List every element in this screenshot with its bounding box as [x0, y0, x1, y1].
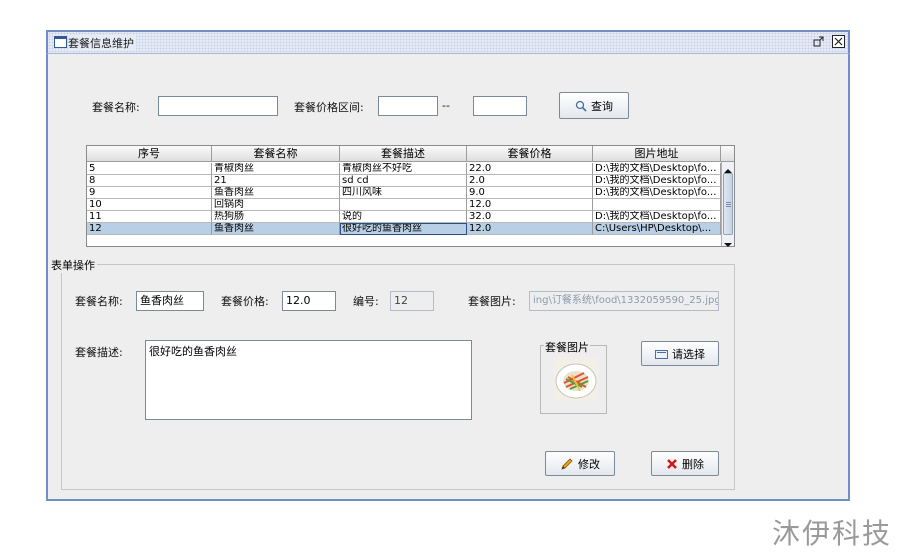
price-to-input[interactable]: [473, 96, 527, 116]
cell-image: D:\我的文档\Desktop\fo...: [593, 175, 721, 187]
restore-icon[interactable]: [812, 35, 825, 48]
search-name-label: 套餐名称:: [92, 101, 140, 114]
form-name-input[interactable]: 鱼香肉丝: [136, 291, 204, 311]
cell-price: 2.0: [467, 175, 593, 187]
query-button[interactable]: 查询: [559, 92, 629, 119]
form-price-input[interactable]: 12.0: [282, 291, 336, 311]
scroll-down-icon[interactable]: [724, 238, 732, 251]
form-id-label: 编号:: [353, 295, 379, 308]
cell-image: D:\我的文档\Desktop\fo...: [593, 187, 721, 199]
food-image: [554, 357, 598, 401]
col-header-corner: [721, 146, 734, 162]
cell-image: D:\我的文档\Desktop\fo...: [593, 163, 721, 175]
form-name-label: 套餐名称:: [75, 295, 123, 308]
image-box-title: 套餐图片: [544, 339, 590, 355]
delete-button[interactable]: 删除: [651, 451, 719, 476]
col-header-id[interactable]: 序号: [87, 146, 212, 162]
meal-table: 序号 套餐名称 套餐描述 套餐价格 图片地址 5 青椒肉丝 青椒肉丝不好吃 22…: [86, 145, 735, 247]
cell-desc: 青椒肉丝不好吃: [340, 163, 467, 175]
cell-price: 22.0: [467, 163, 593, 175]
price-from-input[interactable]: [378, 96, 438, 116]
cell-id: 10: [87, 199, 212, 211]
cell-id: 8: [87, 175, 212, 187]
cell-desc: [340, 199, 467, 211]
col-header-price[interactable]: 套餐价格: [467, 146, 593, 162]
cell-price: 12.0: [467, 199, 593, 211]
cell-price: 12.0: [467, 223, 593, 235]
col-header-image[interactable]: 图片地址: [593, 146, 721, 162]
edit-button-label: 修改: [578, 457, 600, 471]
cell-image: C:\Users\HP\Desktop\...: [593, 223, 721, 235]
title-bar[interactable]: 套餐信息维护: [46, 30, 850, 54]
pencil-icon: [561, 457, 573, 470]
cell-desc: 四川风味: [340, 187, 467, 199]
form-id-field: 12: [390, 291, 434, 311]
cell-name: 回锅肉: [212, 199, 340, 211]
price-range-label: 套餐价格区间:: [294, 101, 364, 114]
query-button-label: 查询: [591, 99, 613, 113]
cell-name: 21: [212, 175, 340, 187]
cell-price: 32.0: [467, 211, 593, 223]
table-scrollbar[interactable]: [721, 162, 734, 247]
col-header-name[interactable]: 套餐名称: [212, 146, 340, 162]
cell-desc: 说的: [340, 211, 467, 223]
cell-id: 12: [87, 223, 212, 235]
cell-desc: 很好吃的鱼香肉丝: [340, 223, 467, 235]
watermark: 沐伊科技: [771, 517, 892, 550]
form-desc-label: 套餐描述:: [75, 346, 123, 359]
cell-image: D:\我的文档\Desktop\fo...: [593, 211, 721, 223]
cell-image: [593, 199, 721, 211]
image-preview-box: [540, 345, 607, 414]
delete-button-label: 删除: [682, 457, 704, 471]
edit-button[interactable]: 修改: [545, 451, 615, 476]
form-image-path: ing\订餐系统\food\1332059590_25.jpg: [529, 291, 719, 311]
close-icon[interactable]: [832, 35, 845, 48]
cell-id: 11: [87, 211, 212, 223]
form-image-label: 套餐图片:: [468, 295, 516, 308]
folder-icon: [655, 349, 668, 359]
form-desc-textarea[interactable]: 很好吃的鱼香肉丝: [145, 340, 472, 420]
cell-id: 9: [87, 187, 212, 199]
choose-image-button[interactable]: 请选择: [641, 341, 719, 366]
cell-name: 鱼香肉丝: [212, 223, 340, 235]
cell-desc: sd cd: [340, 175, 467, 187]
search-icon: [575, 100, 587, 112]
cell-id: 5: [87, 163, 212, 175]
cell-price: 9.0: [467, 187, 593, 199]
choose-image-label: 请选择: [672, 347, 705, 361]
cell-name: 鱼香肉丝: [212, 187, 340, 199]
form-price-label: 套餐价格:: [221, 295, 269, 308]
cell-name: 热狗肠: [212, 211, 340, 223]
col-header-desc[interactable]: 套餐描述: [340, 146, 467, 162]
price-range-separator: --: [442, 99, 450, 112]
window-title: 套餐信息维护: [68, 35, 136, 51]
form-group-title: 表单操作: [49, 257, 97, 273]
search-name-input[interactable]: [158, 96, 278, 116]
cell-name: 青椒肉丝: [212, 163, 340, 175]
delete-icon: [667, 458, 677, 469]
window-icon: [54, 36, 67, 48]
scroll-thumb[interactable]: [723, 173, 733, 235]
